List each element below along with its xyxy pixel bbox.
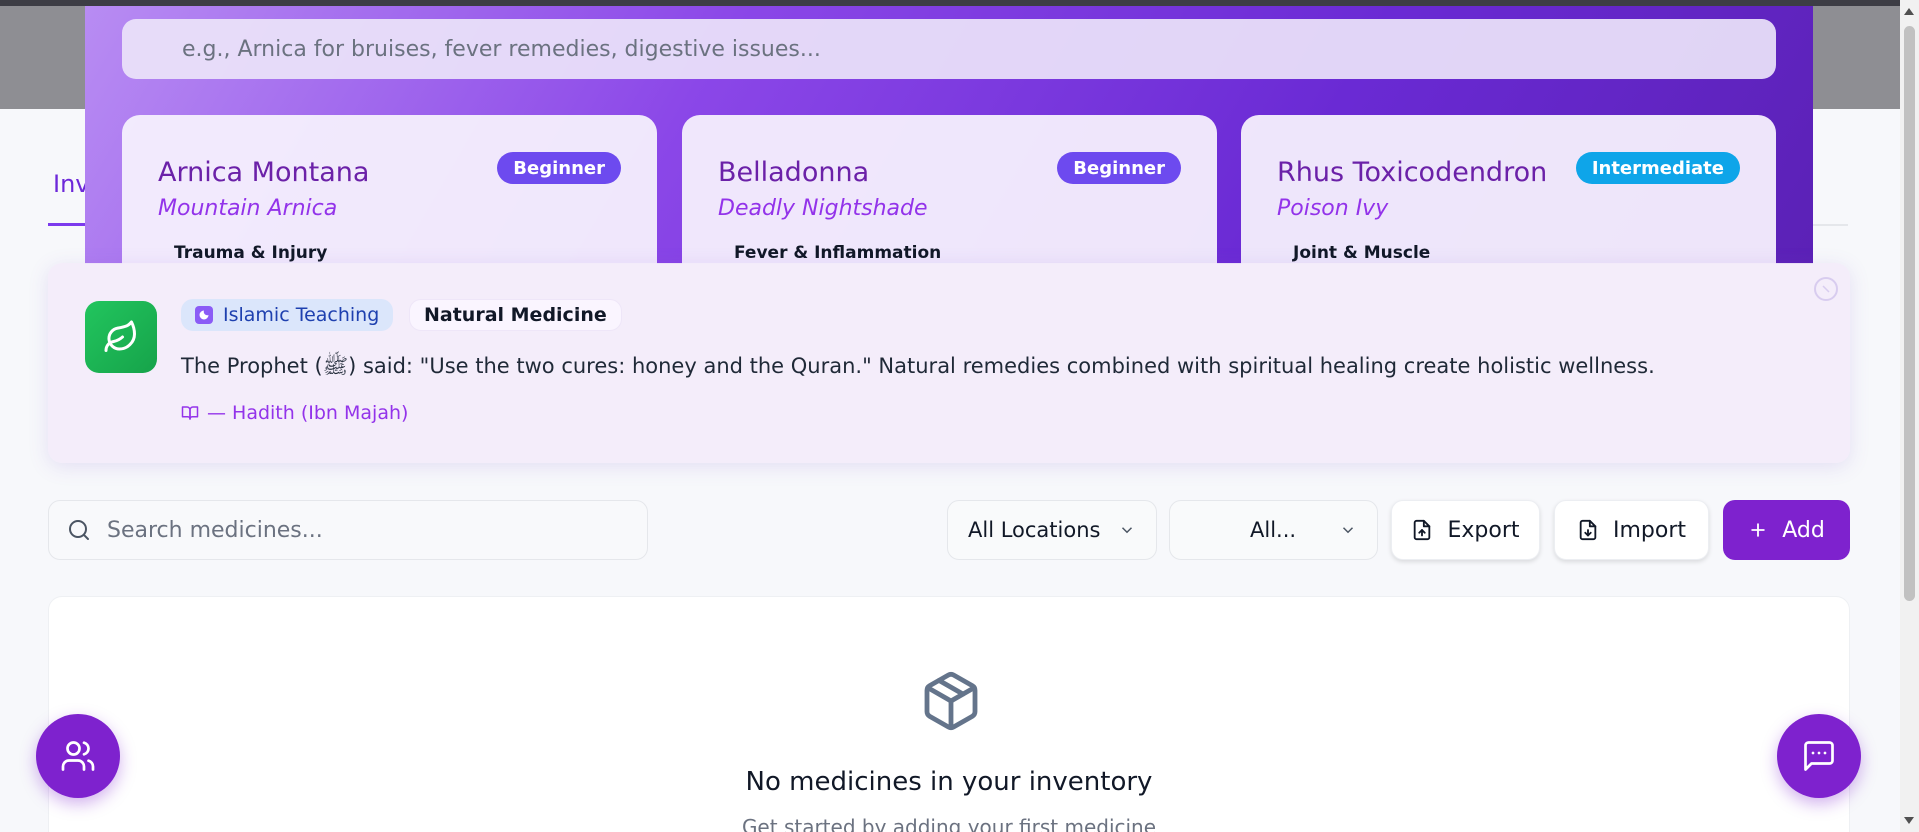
remedy-common-name: Mountain Arnica <box>158 196 338 221</box>
remedy-common-name: Poison Ivy <box>1277 196 1389 221</box>
leaf-icon <box>85 301 157 373</box>
remedy-card-arnica[interactable]: Arnica Montana Mountain Arnica Trauma & … <box>122 115 657 264</box>
remedy-category: Trauma & Injury <box>174 243 328 263</box>
location-filter-value: All Locations <box>968 518 1101 542</box>
remedy-common-name: Deadly Nightshade <box>718 196 928 221</box>
import-label: Import <box>1612 517 1686 543</box>
scroll-thumb[interactable] <box>1904 26 1915 601</box>
users-icon <box>61 741 95 771</box>
add-button[interactable]: Add <box>1723 500 1850 560</box>
file-upload-icon <box>1414 519 1431 541</box>
source-label: — Hadith (Ibn Majah) <box>207 402 409 424</box>
location-filter-select[interactable]: All Locations <box>947 500 1157 560</box>
scroll-down-icon[interactable] <box>1904 817 1914 824</box>
export-button[interactable]: Export <box>1391 500 1540 560</box>
search-icon <box>69 520 89 540</box>
level-badge: Beginner <box>497 152 621 184</box>
add-label: Add <box>1782 517 1825 543</box>
teaching-source: — Hadith (Ibn Majah) <box>181 402 408 424</box>
teaching-quote: The Prophet (ﷺ) said: "Use the two cures… <box>181 354 1655 378</box>
empty-title: No medicines in your inventory <box>745 767 1153 797</box>
remedy-search-placeholder: e.g., Arnica for bruises, fever remedies… <box>182 36 821 62</box>
remedy-category: Joint & Muscle <box>1293 243 1431 263</box>
file-download-icon <box>1579 519 1597 541</box>
export-label: Export <box>1447 517 1520 543</box>
teaching-banner: Islamic Teaching Natural Medicine The Pr… <box>48 263 1850 463</box>
remedy-card-rhus-tox[interactable]: Rhus Toxicodendron Poison Ivy Joint & Mu… <box>1241 115 1776 264</box>
tag-natural-medicine: Natural Medicine <box>409 299 622 331</box>
empty-subtitle: Get started by adding your first medicin… <box>741 815 1157 832</box>
category-filter-select[interactable]: All... <box>1169 500 1378 560</box>
remedy-search-input[interactable]: e.g., Arnica for bruises, fever remedies… <box>122 19 1776 79</box>
close-icon[interactable] <box>1814 277 1838 301</box>
medicine-search[interactable] <box>48 500 648 560</box>
import-button[interactable]: Import <box>1554 500 1709 560</box>
message-icon <box>1804 741 1834 771</box>
chevron-down-icon <box>1121 527 1133 534</box>
category-filter-value: All... <box>1250 518 1297 542</box>
community-fab-button[interactable] <box>36 714 120 798</box>
inventory-empty-state: No medicines in your inventory Get start… <box>48 596 1850 832</box>
plus-icon <box>1751 523 1765 537</box>
moon-icon <box>195 306 213 324</box>
remedy-category: Fever & Inflammation <box>734 243 942 263</box>
remedy-card-belladonna[interactable]: Belladonna Deadly Nightshade Fever & Inf… <box>682 115 1217 264</box>
level-badge: Intermediate <box>1575 152 1740 184</box>
chat-fab-button[interactable] <box>1777 714 1861 798</box>
book-icon <box>181 406 199 420</box>
scroll-up-icon[interactable] <box>1904 8 1914 15</box>
tag-islamic-teaching: Islamic Teaching <box>181 299 394 331</box>
remedy-finder-panel: e.g., Arnica for bruises, fever remedies… <box>85 6 1813 264</box>
chevron-down-icon <box>1342 527 1354 534</box>
page-scrollbar[interactable] <box>1900 0 1919 832</box>
search-input[interactable] <box>107 517 607 543</box>
package-icon <box>919 669 983 737</box>
level-badge: Beginner <box>1057 152 1181 184</box>
tab-active-indicator <box>48 223 88 226</box>
tag-label: Islamic Teaching <box>223 304 380 326</box>
